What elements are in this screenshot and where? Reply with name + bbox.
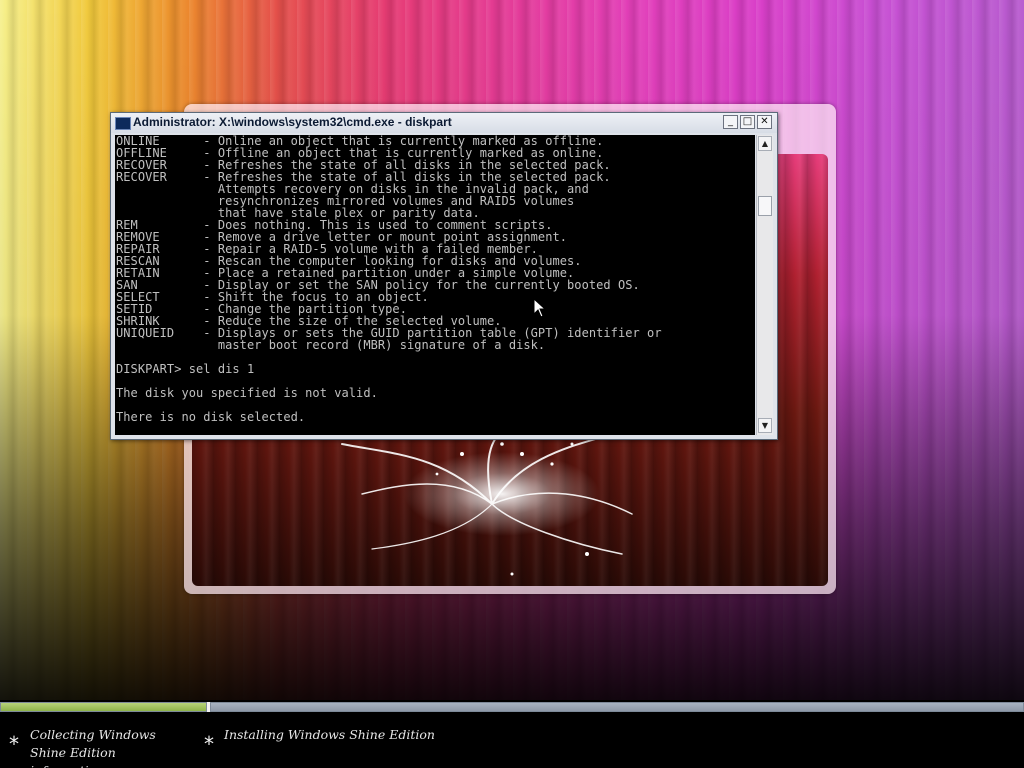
step-installing: Installing Windows Shine Edition — [224, 727, 435, 742]
console-area[interactable]: ONLINE - Online an object that is curren… — [115, 135, 755, 435]
minimize-button[interactable]: _ — [723, 115, 738, 129]
mouse-cursor-icon — [533, 298, 547, 318]
step-collecting-info: Collecting Windows Shine Edition informa… — [30, 727, 156, 768]
step-bullet: * — [9, 732, 19, 756]
close-button[interactable]: ✕ — [757, 115, 772, 129]
console-icon[interactable] — [115, 117, 131, 130]
scroll-up-button[interactable]: ▲ — [758, 136, 772, 151]
window-title: Administrator: X:\windows\system32\cmd.e… — [133, 115, 452, 129]
vertical-scrollbar[interactable]: ▲ ▼ — [756, 135, 773, 435]
maximize-button[interactable]: □ — [740, 115, 755, 129]
setup-progress-bar — [0, 702, 1024, 712]
scroll-down-button[interactable]: ▼ — [758, 418, 772, 433]
cmd-window[interactable]: Administrator: X:\windows\system32\cmd.e… — [110, 112, 778, 440]
step-bullet: * — [204, 732, 214, 756]
title-bar[interactable]: Administrator: X:\windows\system32\cmd.e… — [111, 113, 777, 133]
desktop: Administrator: X:\windows\system32\cmd.e… — [0, 0, 1024, 768]
scrollbar-thumb[interactable] — [758, 196, 772, 216]
console-output: ONLINE - Online an object that is curren… — [116, 135, 662, 424]
progress-step1-fill — [1, 703, 206, 711]
progress-step2-track — [211, 703, 1023, 711]
progress-divider — [207, 702, 210, 712]
